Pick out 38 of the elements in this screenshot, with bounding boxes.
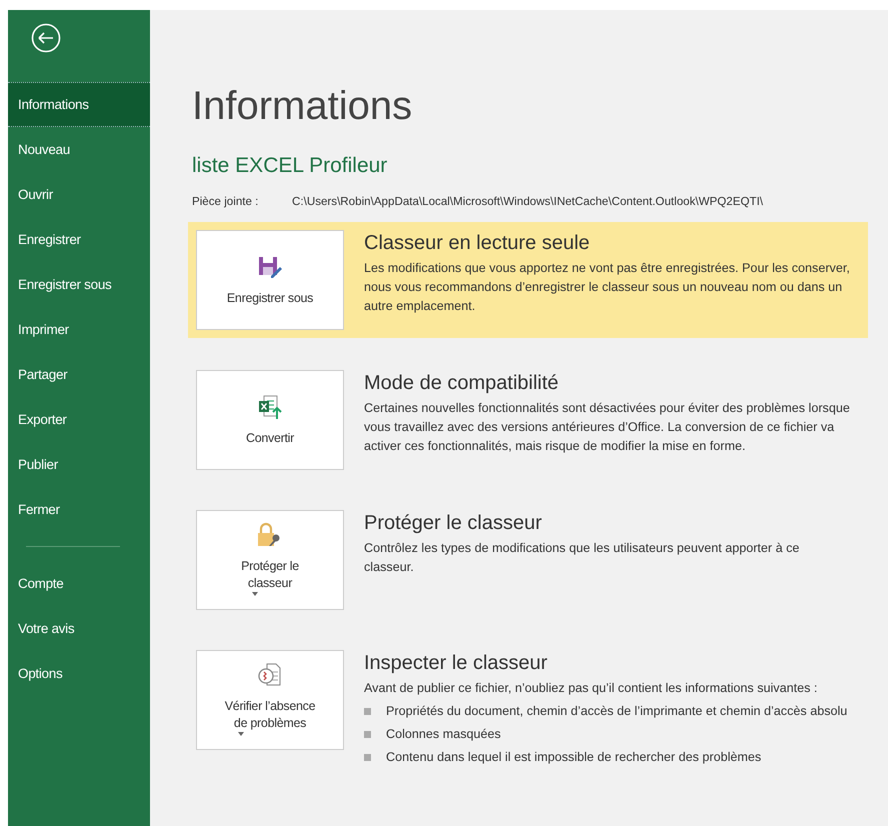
section-description: Les modifications que vous apportez ne vont pas être enregistrées. Pour les conserver, nous vous recommandons d’enregistrer le classeur sous un nouveau nom ou dans un autre emplacement.: [364, 260, 850, 315]
sidebar-item[interactable]: Exporter: [8, 397, 150, 442]
sidebar-item[interactable]: Enregistrer: [8, 217, 150, 262]
sidebar-item[interactable]: Partager: [8, 352, 150, 397]
bullet-text: Colonnes masquées: [386, 726, 501, 743]
sidebar-item[interactable]: Enregistrer sous: [8, 262, 150, 307]
action-button[interactable]: Enregistrer sous: [196, 230, 344, 330]
page-title: Informations: [192, 86, 414, 126]
sidebar-item[interactable]: Compte: [8, 561, 150, 606]
attachment-path: C:\Users\Robin\AppData\Local\Microsoft\Windows\INetCache\Content.Outlook\WPQ2EQTI\: [292, 195, 764, 208]
sidebar-item[interactable]: Nouveau: [8, 127, 150, 172]
sidebar-item[interactable]: Publier: [8, 442, 150, 487]
document-check-icon: [257, 662, 283, 688]
section-description: Avant de publier ce fichier, n’oubliez pas qu’il contient les informations suivantes :: [364, 680, 818, 697]
action-button[interactable]: Vérifier l’absence de problèmes: [196, 650, 344, 750]
bullet-icon: [364, 754, 371, 761]
sidebar-item[interactable]: Ouvrir: [8, 172, 150, 217]
action-button[interactable]: Convertir: [196, 370, 344, 470]
action-button[interactable]: Protéger le classeur: [196, 510, 344, 610]
attachment-label: Pièce jointe :: [192, 195, 260, 208]
section-description: Contrôlez les types de modifications que les utilisateurs peuvent apporter à ce classeur.: [364, 540, 800, 576]
back-button[interactable]: [31, 23, 61, 53]
section-description: Certaines nouvelles fonctionnalités sont désactivées pour éviter des problèmes lorsque vous travaillez avec des versions antérieures d’Office. La conversion de ce fichier va activer ces fonctionnalités, mais risque de modifier la mise en forme.: [364, 400, 850, 455]
section-title: Protéger le classeur: [364, 512, 543, 535]
sidebar-item[interactable]: Votre avis: [8, 606, 150, 651]
bullet-text: Contenu dans lequel il est impossible de rechercher des problèmes: [386, 749, 762, 766]
sidebar-item[interactable]: Fermer: [8, 487, 150, 532]
document-name: liste EXCEL Profileur: [192, 155, 388, 176]
section-title: Inspecter le classeur: [364, 652, 548, 675]
sidebar-item[interactable]: Imprimer: [8, 307, 150, 352]
section-title: Classeur en lecture seule: [364, 232, 591, 255]
bullet-text: Propriétés du document, chemin d’accès de l’imprimante et chemin d’accès absolu: [386, 703, 848, 720]
sidebar-item[interactable]: Options: [8, 651, 150, 696]
sidebar-item[interactable]: Informations: [8, 82, 150, 127]
spreadsheet-upload-icon: [257, 394, 283, 420]
bullet-icon: [364, 708, 371, 715]
bullet-icon: [364, 731, 371, 738]
section-title: Mode de compatibilité: [364, 372, 560, 395]
